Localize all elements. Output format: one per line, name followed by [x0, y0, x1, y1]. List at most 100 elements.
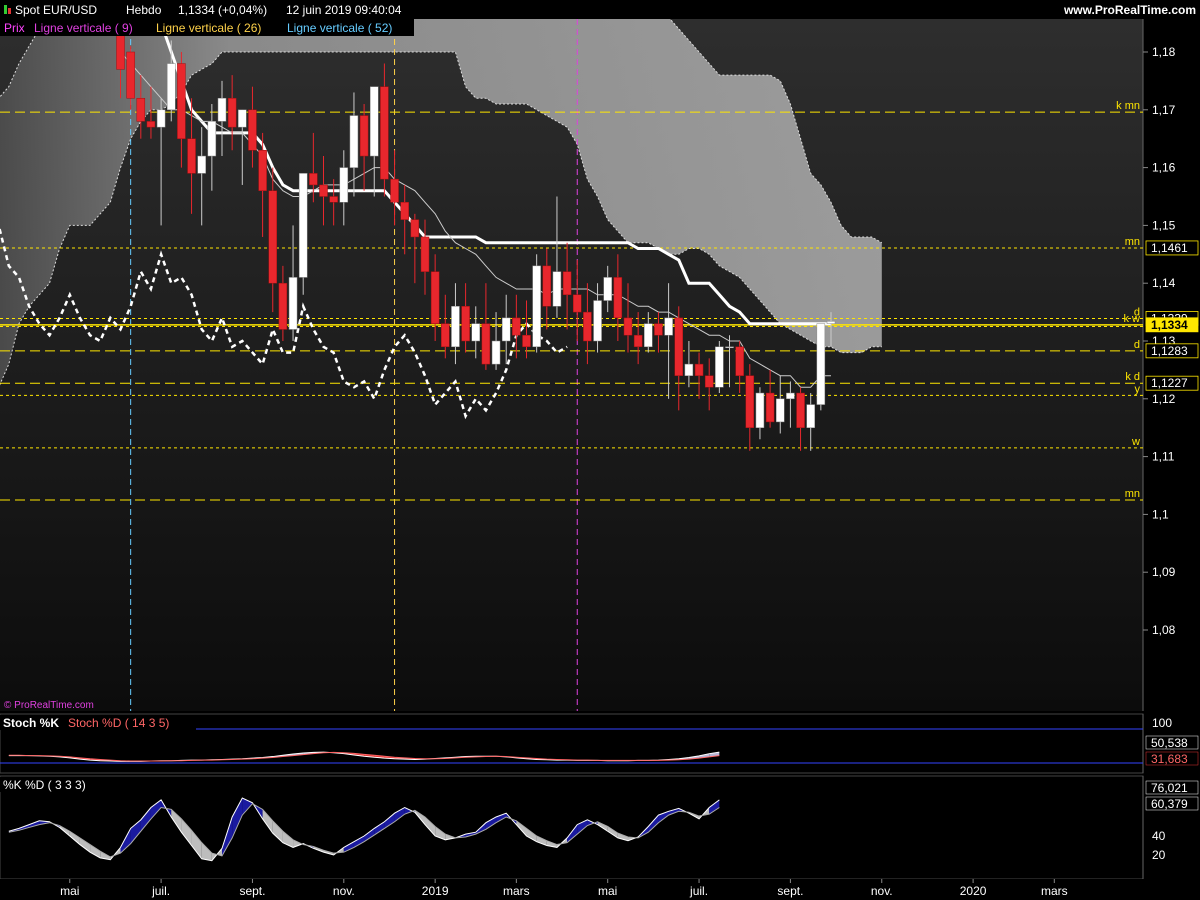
candle-body-23	[349, 115, 359, 168]
legend-item-prix[interactable]: Prix	[4, 21, 25, 35]
candle-body-70	[826, 321, 836, 324]
last-price-label: 1,1334 (+0,04%)	[178, 3, 267, 17]
candle-body-17	[288, 277, 298, 330]
candle-body-51	[633, 334, 643, 348]
candle-body-61	[735, 346, 744, 376]
candle-body-59	[715, 346, 724, 388]
candle-body-12	[238, 109, 247, 128]
candle-body-37	[491, 340, 501, 365]
time-tick-label-7: mai	[598, 884, 617, 898]
price-tick-label-8: 1,1	[1152, 507, 1169, 521]
candle-body-9	[207, 121, 217, 157]
candle-body-47	[593, 300, 602, 342]
candle-body-43	[552, 271, 562, 307]
candle-body-39	[512, 317, 521, 336]
candle-body-16	[278, 282, 288, 330]
time-tick-label-8: juil.	[689, 884, 708, 898]
candle-body-52	[644, 323, 653, 348]
legend-item-vertical-52[interactable]: Ligne verticale ( 52)	[287, 21, 392, 35]
stoch-fast-title-d: Stoch %D ( 14 3 5)	[68, 716, 169, 730]
candle-body-19	[309, 173, 318, 186]
candle-body-21	[329, 196, 338, 203]
candle-body-13	[248, 109, 257, 151]
legend-item-vertical-9[interactable]: Ligne verticale ( 9)	[34, 21, 133, 35]
candle-body-26	[380, 86, 389, 180]
candle-body-14	[258, 150, 267, 191]
candle-body-42	[542, 265, 552, 307]
price-tick-label-9: 1,09	[1152, 565, 1176, 579]
candle-body-11	[227, 97, 237, 128]
status-icon-red	[8, 8, 11, 14]
candle-body-5	[167, 63, 176, 111]
price-tick-label-1: 1,17	[1152, 103, 1176, 117]
candle-body-66	[786, 392, 795, 400]
candle-body-33	[451, 306, 460, 348]
candle-body-22	[339, 167, 349, 203]
time-tick-label-1: mai	[60, 884, 79, 898]
candle-body-54	[664, 317, 673, 336]
price-tick-label-10: 1,08	[1152, 623, 1176, 637]
datetime-label: 12 juin 2019 09:40:04	[286, 3, 402, 17]
candle-body-63	[755, 392, 765, 428]
stoch-fast-tick-100: 100	[1152, 716, 1172, 730]
level-label-8: w	[1131, 436, 1140, 448]
candle-body-15	[268, 190, 277, 284]
stoch-slow-last-k: 76,021	[1151, 781, 1188, 795]
watermark: © ProRealTime.com	[4, 700, 94, 711]
level-label-3: k w	[1124, 313, 1141, 325]
candle-body-55	[674, 317, 683, 376]
candle-body-40	[522, 334, 531, 348]
price-tick-label-6: 1,12	[1152, 392, 1176, 406]
candle-body-4	[156, 109, 166, 128]
time-tick-label-9: sept.	[777, 884, 803, 898]
candle-body-29	[410, 219, 420, 238]
price-tag-label-1: 1,1461	[1151, 241, 1188, 255]
status-icon-green	[4, 5, 7, 14]
candle-body-1	[126, 51, 135, 99]
time-tick-label-10: nov.	[871, 884, 893, 898]
candle-body-50	[623, 317, 633, 336]
candle-body-30	[420, 236, 430, 272]
legend: Prix Ligne verticale ( 9) Ligne vertical…	[0, 19, 414, 36]
stoch-slow-tick-1: 40	[1152, 829, 1166, 843]
candle-body-69	[816, 323, 826, 405]
candle-body-68	[806, 404, 815, 428]
chart-root: Spot EUR/USD Hebdo 1,1334 (+0,04%) 12 ju…	[0, 0, 1200, 900]
legend-item-vertical-26[interactable]: Ligne verticale ( 26)	[156, 21, 261, 35]
candle-body-28	[400, 202, 409, 220]
candle-body-24	[359, 115, 369, 157]
price-tick-label-7: 1,11	[1152, 450, 1175, 464]
candle-body-35	[471, 323, 480, 342]
stoch-slow-panel-background	[0, 775, 1144, 880]
level-label-5: d	[1134, 339, 1140, 351]
candle-body-6	[177, 63, 186, 139]
time-tick-label-12: mars	[1041, 884, 1068, 898]
candle-body-53	[654, 323, 663, 336]
level-label-7: y	[1135, 383, 1141, 395]
candle-body-10	[217, 97, 227, 122]
timeframe-label: Hebdo	[126, 3, 162, 17]
price-tick-label-4: 1,14	[1152, 276, 1176, 290]
level-label-0: k mn	[1116, 100, 1140, 112]
level-label-1: mn	[1125, 236, 1140, 248]
candle-body-32	[441, 323, 450, 348]
candle-body-25	[370, 86, 379, 157]
price-axis-background	[1143, 19, 1200, 711]
candle-body-60	[725, 346, 734, 349]
candle-body-56	[684, 363, 694, 376]
candle-body-46	[583, 311, 592, 342]
stoch-slow-tick-0: 20	[1152, 848, 1166, 862]
candle-body-18	[298, 173, 308, 278]
time-tick-label-6: mars	[503, 884, 530, 898]
candle-body-36	[481, 323, 491, 365]
candle-body-8	[197, 155, 206, 174]
candle-body-7	[187, 138, 196, 174]
stoch-slow-title: %K %D ( 3 3 3)	[3, 778, 86, 792]
stoch-slow-last-d: 60,379	[1151, 797, 1188, 811]
candle-body-64	[765, 392, 775, 423]
candle-body-34	[461, 306, 470, 342]
time-tick-label-5: 2019	[422, 884, 449, 898]
candle-body-65	[776, 398, 785, 423]
stoch-fast-last-k: 50,538	[1151, 736, 1188, 750]
time-tick-label-11: 2020	[960, 884, 987, 898]
